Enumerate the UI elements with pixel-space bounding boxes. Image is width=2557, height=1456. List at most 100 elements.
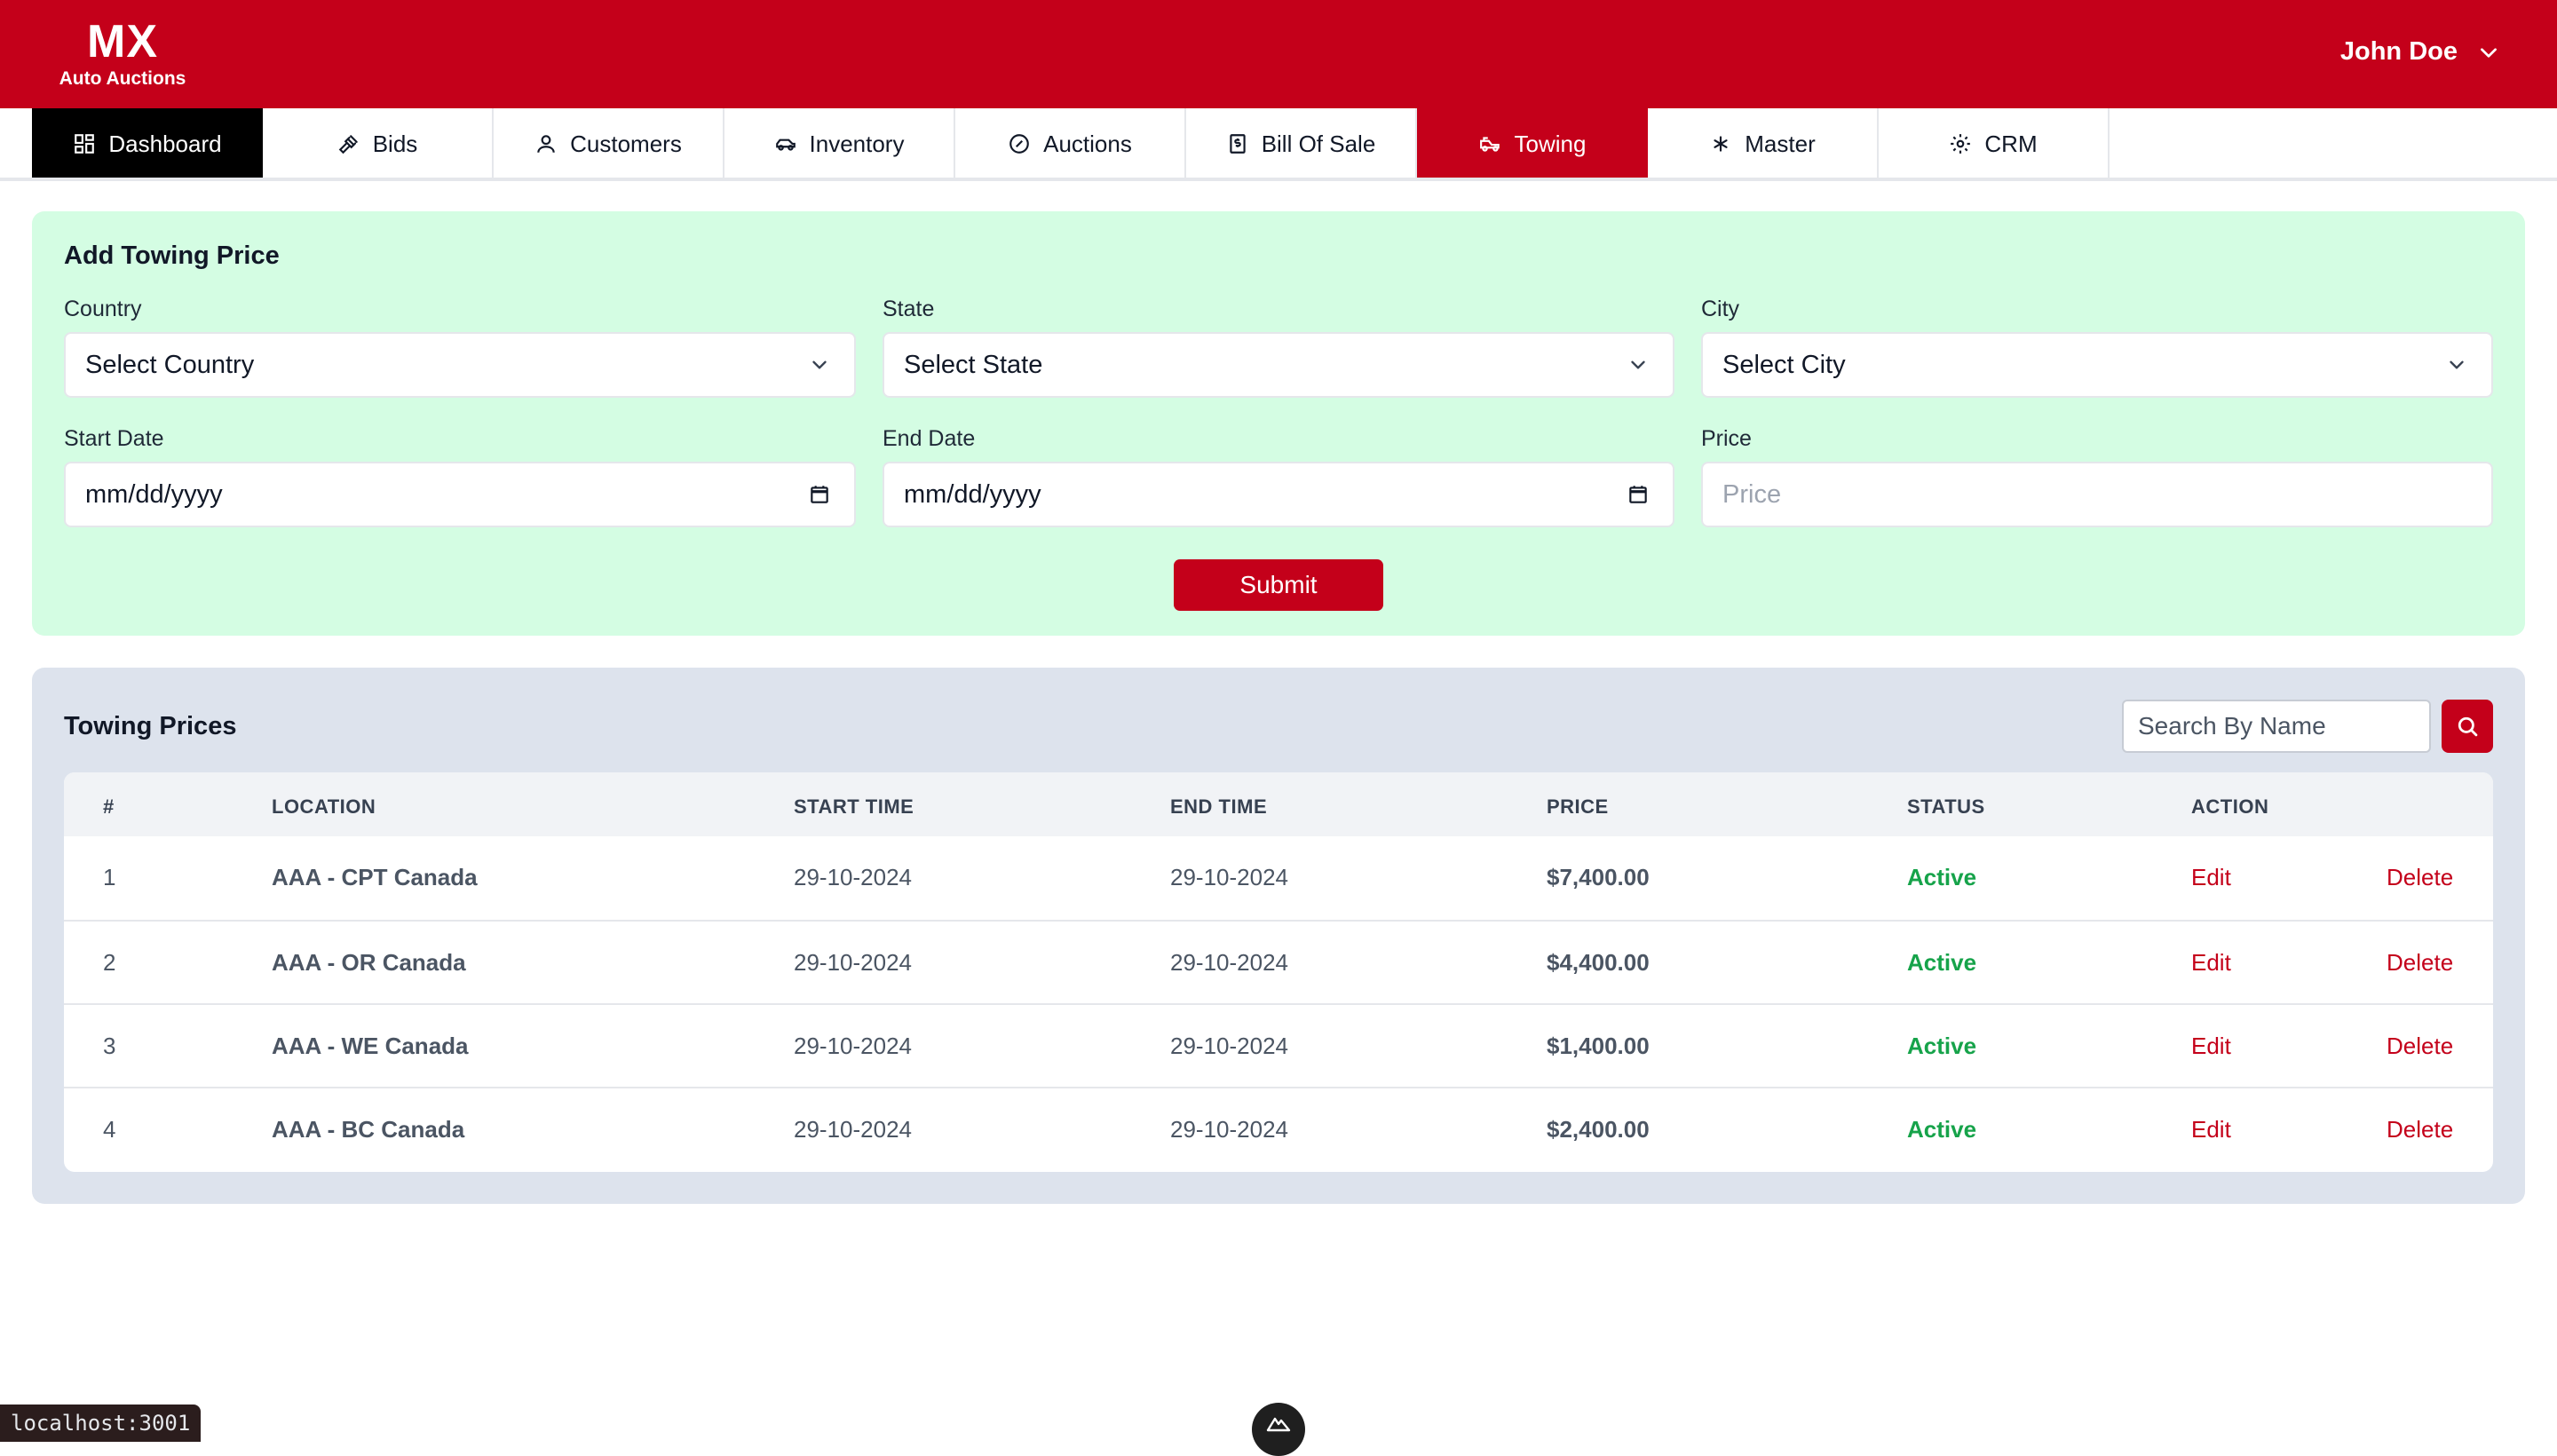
brand-tagline: Auto Auctions — [59, 68, 186, 89]
chevron-down-icon — [2450, 360, 2464, 369]
nav-label: Auctions — [1043, 130, 1132, 157]
row-number: 4 — [103, 1116, 116, 1143]
nav-label: CRM — [1984, 130, 2038, 157]
row-location: AAA - OR Canada — [272, 949, 466, 976]
nav-label: Bill Of Sale — [1261, 130, 1376, 157]
row-end-time: 29-10-2024 — [1170, 1033, 1288, 1059]
row-number: 2 — [103, 949, 116, 976]
state-select[interactable]: Select State — [883, 332, 1674, 398]
nav-item-bids[interactable]: Bids — [263, 108, 494, 179]
top-header: MX Auto Auctions John Doe — [0, 0, 2557, 108]
nav-item-customers[interactable]: Customers — [494, 108, 724, 179]
state-select-value: Select State — [904, 350, 1043, 379]
user-menu[interactable]: John Doe — [2340, 37, 2500, 67]
brand-name: MX — [87, 16, 158, 67]
calendar-icon[interactable] — [808, 483, 831, 506]
edit-button[interactable]: Edit — [2191, 1033, 2231, 1060]
search-icon — [2458, 716, 2478, 737]
table-header: # LOCATION START TIME END TIME PRICE STA… — [64, 772, 2493, 836]
country-label: Country — [64, 297, 142, 321]
delete-button[interactable]: Delete — [2387, 1116, 2453, 1143]
row-number: 3 — [103, 1033, 116, 1059]
edit-button[interactable]: Edit — [2191, 1116, 2231, 1143]
table-row: 4 AAA - BC Canada 29-10-2024 29-10-2024 … — [64, 1087, 2493, 1170]
table-row: 2 AAA - OR Canada 29-10-2024 29-10-2024 … — [64, 920, 2493, 1003]
towing-prices-table: # LOCATION START TIME END TIME PRICE STA… — [64, 772, 2493, 1172]
nav-label: Master — [1745, 130, 1816, 157]
nav-item-dashboard[interactable]: Dashboard — [32, 108, 263, 179]
submit-button[interactable]: Submit — [1174, 559, 1383, 611]
delete-button[interactable]: Delete — [2387, 864, 2453, 891]
price-input[interactable]: Price — [1701, 462, 2493, 527]
row-price: $1,400.00 — [1547, 1033, 1650, 1059]
nav-item-auctions[interactable]: Auctions — [955, 108, 1186, 179]
row-end-time: 29-10-2024 — [1170, 949, 1288, 976]
start-date-label: Start Date — [64, 426, 164, 451]
panel-title: Towing Prices — [64, 712, 237, 740]
status-url: localhost:3001 — [0, 1405, 202, 1442]
row-location: AAA - CPT Canada — [272, 864, 478, 890]
city-select-value: Select City — [1722, 350, 1846, 379]
row-status: Active — [1907, 1033, 1977, 1059]
mountain-logo-icon — [1266, 1417, 1291, 1432]
delete-button[interactable]: Delete — [2387, 1033, 2453, 1060]
gavel-icon — [338, 135, 358, 154]
column-header: END TIME — [1170, 795, 1268, 818]
start-date-input[interactable]: mm/dd/yyyy — [64, 462, 856, 527]
nav-divider — [0, 178, 2557, 181]
search-button[interactable] — [2442, 700, 2493, 753]
main-nav: Dashboard Bids Customers Inventory Aucti… — [32, 108, 2525, 179]
column-header: LOCATION — [272, 795, 376, 818]
devtools-toggle[interactable] — [1252, 1403, 1305, 1456]
search-placeholder: Search By Name — [2138, 712, 2326, 740]
calendar-icon[interactable] — [1627, 483, 1650, 506]
country-select[interactable]: Select Country — [64, 332, 856, 398]
tow-truck-icon — [1479, 137, 1500, 152]
table-row: 1 AAA - CPT Canada 29-10-2024 29-10-2024… — [64, 836, 2493, 920]
row-price: $7,400.00 — [1547, 864, 1650, 890]
row-price: $2,400.00 — [1547, 1116, 1650, 1143]
nav-item-master[interactable]: Master — [1648, 108, 1879, 179]
edit-button[interactable]: Edit — [2191, 864, 2231, 891]
user-icon — [537, 135, 555, 153]
nav-label: Customers — [570, 130, 682, 157]
price-label: Price — [1701, 426, 1752, 451]
row-start-time: 29-10-2024 — [794, 864, 912, 890]
nav-label: Bids — [372, 130, 418, 157]
user-name: John Doe — [2339, 37, 2458, 66]
nav-item-bill-of-sale[interactable]: Bill Of Sale — [1186, 108, 1417, 179]
nav-item-inventory[interactable]: Inventory — [724, 108, 955, 179]
row-end-time: 29-10-2024 — [1170, 1116, 1288, 1143]
add-towing-price-panel: Add Towing Price Country Select Country … — [32, 211, 2525, 636]
column-header: # — [103, 795, 115, 818]
column-header: STATUS — [1907, 795, 1985, 818]
row-status: Active — [1907, 864, 1977, 890]
chevron-down-icon — [2481, 47, 2497, 58]
row-start-time: 29-10-2024 — [794, 1033, 912, 1059]
nav-label: Towing — [1514, 130, 1587, 157]
nav-item-crm[interactable]: CRM — [1879, 108, 2110, 179]
grid-icon — [75, 134, 95, 154]
car-icon — [775, 138, 796, 151]
receipt-icon — [1230, 134, 1246, 154]
column-header: ACTION — [2191, 795, 2269, 818]
row-location: AAA - WE Canada — [272, 1033, 469, 1059]
end-date-input[interactable]: mm/dd/yyyy — [883, 462, 1674, 527]
search-input[interactable]: Search By Name — [2122, 700, 2431, 753]
towing-prices-panel: Towing Prices Search By Name # LOCATION … — [32, 668, 2525, 1204]
price-placeholder: Price — [1722, 479, 1782, 509]
row-status: Active — [1907, 1116, 1977, 1143]
delete-button[interactable]: Delete — [2387, 949, 2453, 977]
brand-logo[interactable]: MX Auto Auctions — [51, 16, 194, 91]
row-end-time: 29-10-2024 — [1170, 864, 1288, 890]
row-status: Active — [1907, 949, 1977, 976]
chevron-down-icon — [1631, 360, 1645, 369]
gauge-icon — [1009, 134, 1029, 154]
city-select[interactable]: Select City — [1701, 332, 2493, 398]
gear-icon — [1951, 134, 1971, 154]
asterisk-icon — [1714, 136, 1728, 152]
edit-button[interactable]: Edit — [2191, 949, 2231, 977]
column-header: START TIME — [794, 795, 914, 818]
row-location: AAA - BC Canada — [272, 1116, 465, 1143]
nav-item-towing[interactable]: Towing — [1417, 108, 1648, 179]
